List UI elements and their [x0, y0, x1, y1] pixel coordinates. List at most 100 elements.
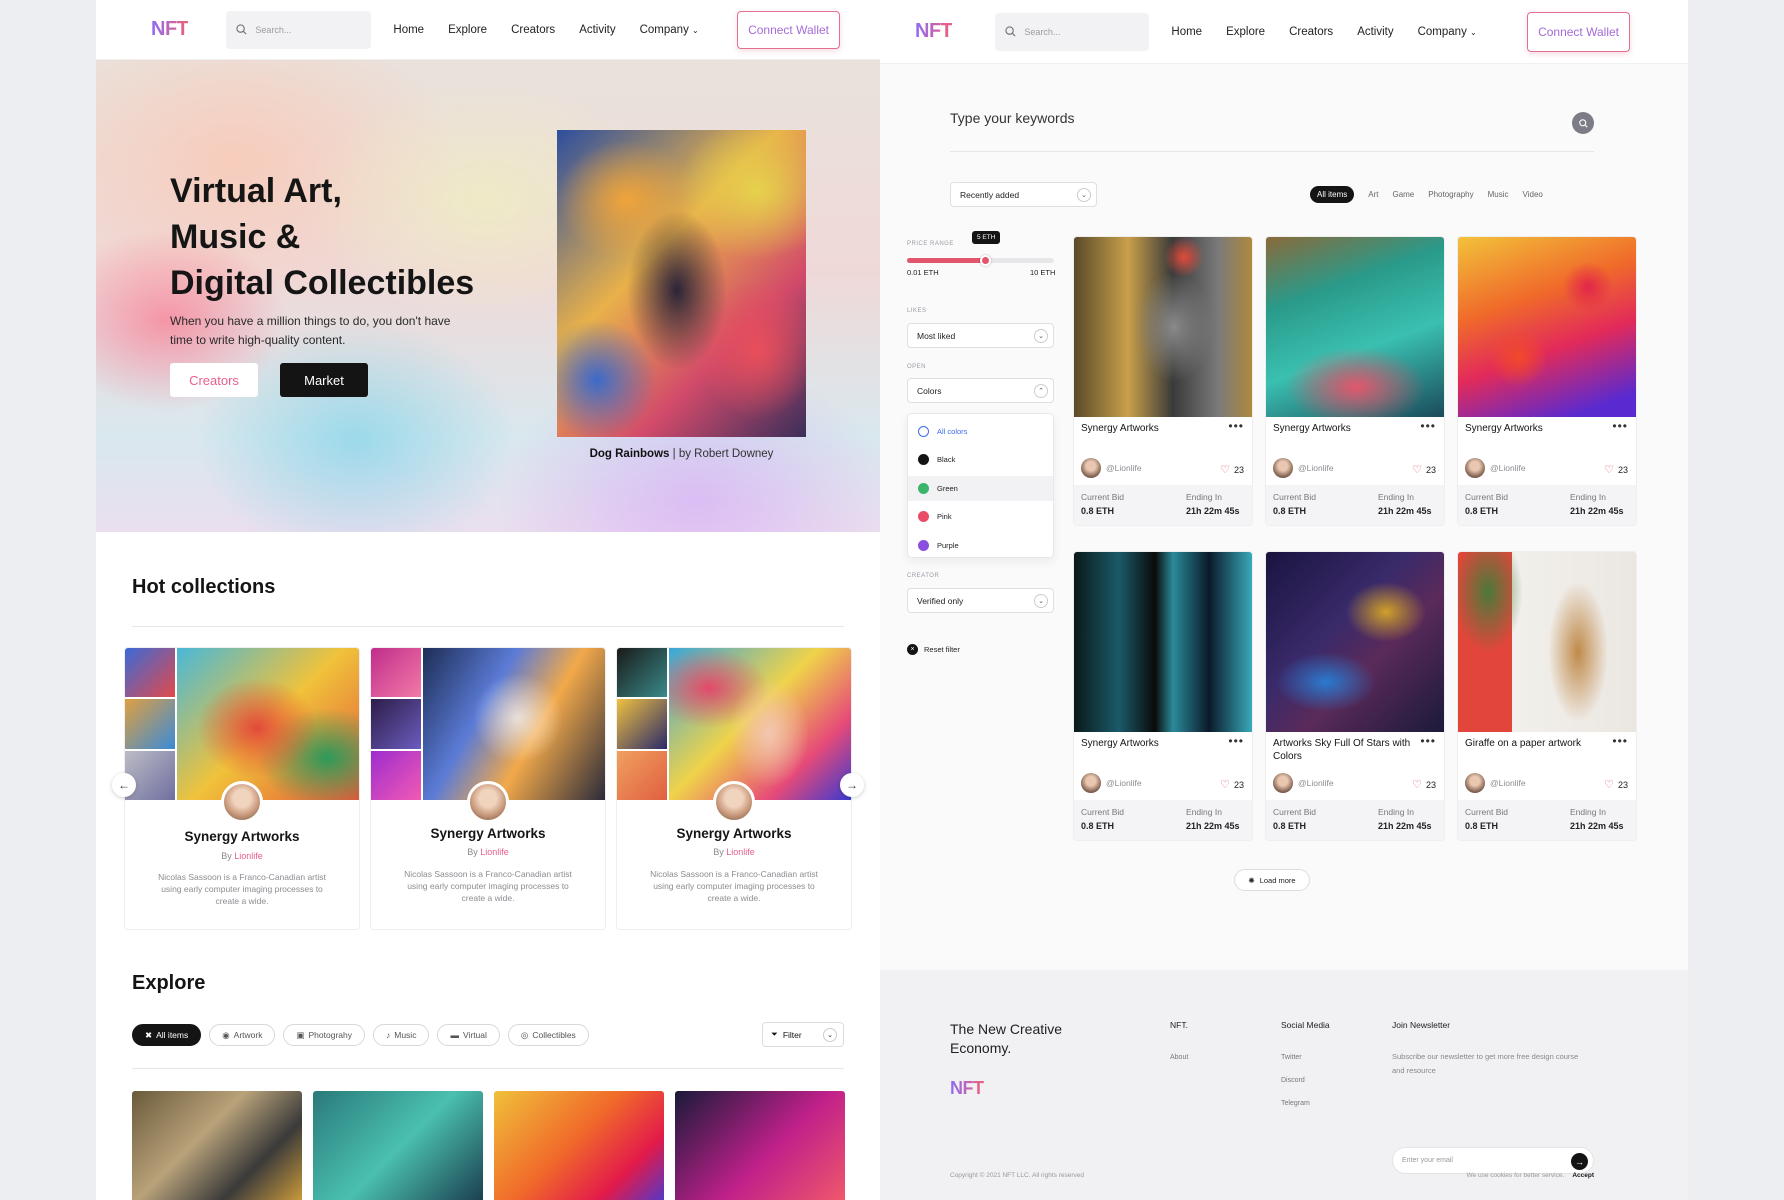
arrow-left-icon[interactable]: ← [112, 773, 136, 797]
collection-card[interactable]: Synergy Artworks By Lionlife Nicolas Sas… [616, 647, 852, 930]
chip-music[interactable]: ♪ Music [373, 1024, 430, 1046]
more-options-icon[interactable]: ••• [1228, 419, 1244, 433]
filter-dropdown[interactable]: ⏷ Filter ⌄ [762, 1022, 844, 1047]
chip-photography[interactable]: ▣ Photograhy [283, 1024, 365, 1046]
tab-game[interactable]: Game [1392, 190, 1414, 199]
colors-dropdown[interactable]: Colors ⌃ [907, 378, 1054, 403]
nft-card[interactable]: Artworks Sky Full Of Stars with Colors •… [1265, 551, 1445, 841]
collection-author[interactable]: Lionlife [726, 847, 755, 857]
like-button[interactable]: ♡ 23 [1220, 463, 1244, 476]
featured-artwork[interactable] [557, 130, 806, 437]
avatar[interactable] [1081, 773, 1101, 793]
connect-wallet-button[interactable]: Connect Wallet [737, 10, 840, 49]
more-options-icon[interactable]: ••• [1612, 419, 1628, 433]
color-option-pink[interactable]: Pink [908, 504, 1053, 529]
price-slider[interactable] [907, 255, 1054, 266]
nft-creator-handle[interactable]: @Lionlife [1106, 463, 1142, 473]
artwork-title[interactable]: Dog Rainbows [590, 448, 670, 460]
chip-virtual[interactable]: ▬ Virtual [437, 1024, 500, 1046]
nft-creator-handle[interactable]: @Lionlife [1490, 463, 1526, 473]
nft-card[interactable]: Synergy Artworks ••• @Lionlife ♡ 23 Curre… [1073, 236, 1253, 526]
price-slider-handle[interactable] [980, 255, 991, 266]
footer-link-telegram[interactable]: Telegram [1281, 1100, 1310, 1107]
avatar[interactable] [1465, 458, 1485, 478]
accept-cookies-button[interactable]: Accept [1572, 1172, 1594, 1179]
nft-card[interactable]: Synergy Artworks ••• @Lionlife ♡ 23 Curre… [1457, 236, 1637, 526]
footer-logo[interactable]: NFT [950, 1078, 984, 1099]
avatar[interactable] [1081, 458, 1101, 478]
like-button[interactable]: ♡ 23 [1220, 778, 1244, 791]
explore-item-image[interactable] [675, 1091, 845, 1200]
tab-video[interactable]: Video [1523, 190, 1543, 199]
reset-filter-button[interactable]: × Reset filter [907, 644, 960, 655]
connect-wallet-button[interactable]: Connect Wallet [1527, 11, 1630, 52]
menu-activity[interactable]: Activity [579, 24, 615, 36]
like-button[interactable]: ♡ 23 [1412, 778, 1436, 791]
avatar[interactable] [467, 781, 509, 823]
avatar[interactable] [1273, 773, 1293, 793]
sort-dropdown[interactable]: Recently added ⌄ [950, 182, 1097, 207]
chip-artwork[interactable]: ◉ Artwork [209, 1024, 276, 1046]
avatar[interactable] [1465, 773, 1485, 793]
color-option-green[interactable]: Green [908, 476, 1053, 501]
collection-author[interactable]: Lionlife [480, 847, 509, 857]
explore-item-image[interactable] [494, 1091, 664, 1200]
menu-creators[interactable]: Creators [511, 24, 555, 36]
collection-card[interactable]: Synergy Artworks By Lionlife Nicolas Sas… [370, 647, 606, 930]
nft-card[interactable]: Synergy Artworks ••• @Lionlife ♡ 23 Curre… [1073, 551, 1253, 841]
footer-link-discord[interactable]: Discord [1281, 1077, 1305, 1084]
color-option-purple[interactable]: Purple [908, 533, 1053, 558]
creator-dropdown[interactable]: Verified only ⌄ [907, 588, 1054, 613]
arrow-right-icon[interactable]: → [1571, 1153, 1588, 1170]
tab-music[interactable]: Music [1488, 190, 1509, 199]
menu-company[interactable]: Company ⌄ [640, 24, 699, 36]
menu-explore[interactable]: Explore [1226, 26, 1265, 38]
like-button[interactable]: ♡ 23 [1604, 778, 1628, 791]
chip-all-items[interactable]: ✖ All items [132, 1024, 202, 1046]
chip-collectibles[interactable]: ◎ Collectibles [507, 1024, 589, 1046]
search-input[interactable]: Search... [226, 10, 372, 49]
color-option-all[interactable]: All colors [908, 419, 1053, 444]
menu-creators[interactable]: Creators [1289, 26, 1333, 38]
avatar[interactable] [1273, 458, 1293, 478]
more-options-icon[interactable]: ••• [1420, 419, 1436, 433]
keyword-input[interactable]: Type your keywords [950, 110, 1075, 126]
explore-item-image[interactable] [132, 1091, 302, 1200]
nft-card[interactable]: Giraffe on a paper artwork ••• @Lionlife… [1457, 551, 1637, 841]
tab-art[interactable]: Art [1368, 190, 1378, 199]
nft-creator-handle[interactable]: @Lionlife [1490, 778, 1526, 788]
collection-card[interactable]: Synergy Artworks By Lionlife Nicolas Sas… [124, 647, 360, 930]
more-options-icon[interactable]: ••• [1612, 734, 1628, 748]
menu-company[interactable]: Company ⌄ [1418, 26, 1477, 38]
like-button[interactable]: ♡ 23 [1412, 463, 1436, 476]
market-button[interactable]: Market [280, 363, 368, 397]
logo[interactable]: NFT [151, 18, 189, 41]
logo[interactable]: NFT [915, 20, 953, 43]
nft-creator-handle[interactable]: @Lionlife [1106, 778, 1142, 788]
menu-explore[interactable]: Explore [448, 24, 487, 36]
avatar[interactable] [221, 781, 263, 823]
explore-item-image[interactable] [313, 1091, 483, 1200]
email-field[interactable]: Enter your email → [1392, 1147, 1594, 1174]
tab-photography[interactable]: Photography [1428, 190, 1473, 199]
footer-link-about[interactable]: About [1170, 1054, 1188, 1061]
more-options-icon[interactable]: ••• [1228, 734, 1244, 748]
menu-home[interactable]: Home [393, 24, 424, 36]
load-more-button[interactable]: ✺ Load more [1234, 869, 1310, 891]
menu-activity[interactable]: Activity [1357, 26, 1393, 38]
color-option-black[interactable]: Black [908, 447, 1053, 472]
search-button[interactable] [1572, 112, 1594, 134]
nft-card[interactable]: Synergy Artworks ••• @Lionlife ♡ 23 Curre… [1265, 236, 1445, 526]
likes-dropdown[interactable]: Most liked ⌄ [907, 323, 1054, 348]
avatar[interactable] [713, 781, 755, 823]
footer-link-twitter[interactable]: Twitter [1281, 1054, 1302, 1061]
arrow-right-icon[interactable]: → [840, 773, 864, 797]
search-input[interactable]: Search... [995, 12, 1150, 51]
more-options-icon[interactable]: ••• [1420, 734, 1436, 748]
like-button[interactable]: ♡ 23 [1604, 463, 1628, 476]
nft-creator-handle[interactable]: @Lionlife [1298, 463, 1334, 473]
nft-creator-handle[interactable]: @Lionlife [1298, 778, 1334, 788]
collection-author[interactable]: Lionlife [234, 851, 263, 861]
tab-all-items[interactable]: All items [1310, 186, 1355, 203]
menu-home[interactable]: Home [1171, 26, 1202, 38]
